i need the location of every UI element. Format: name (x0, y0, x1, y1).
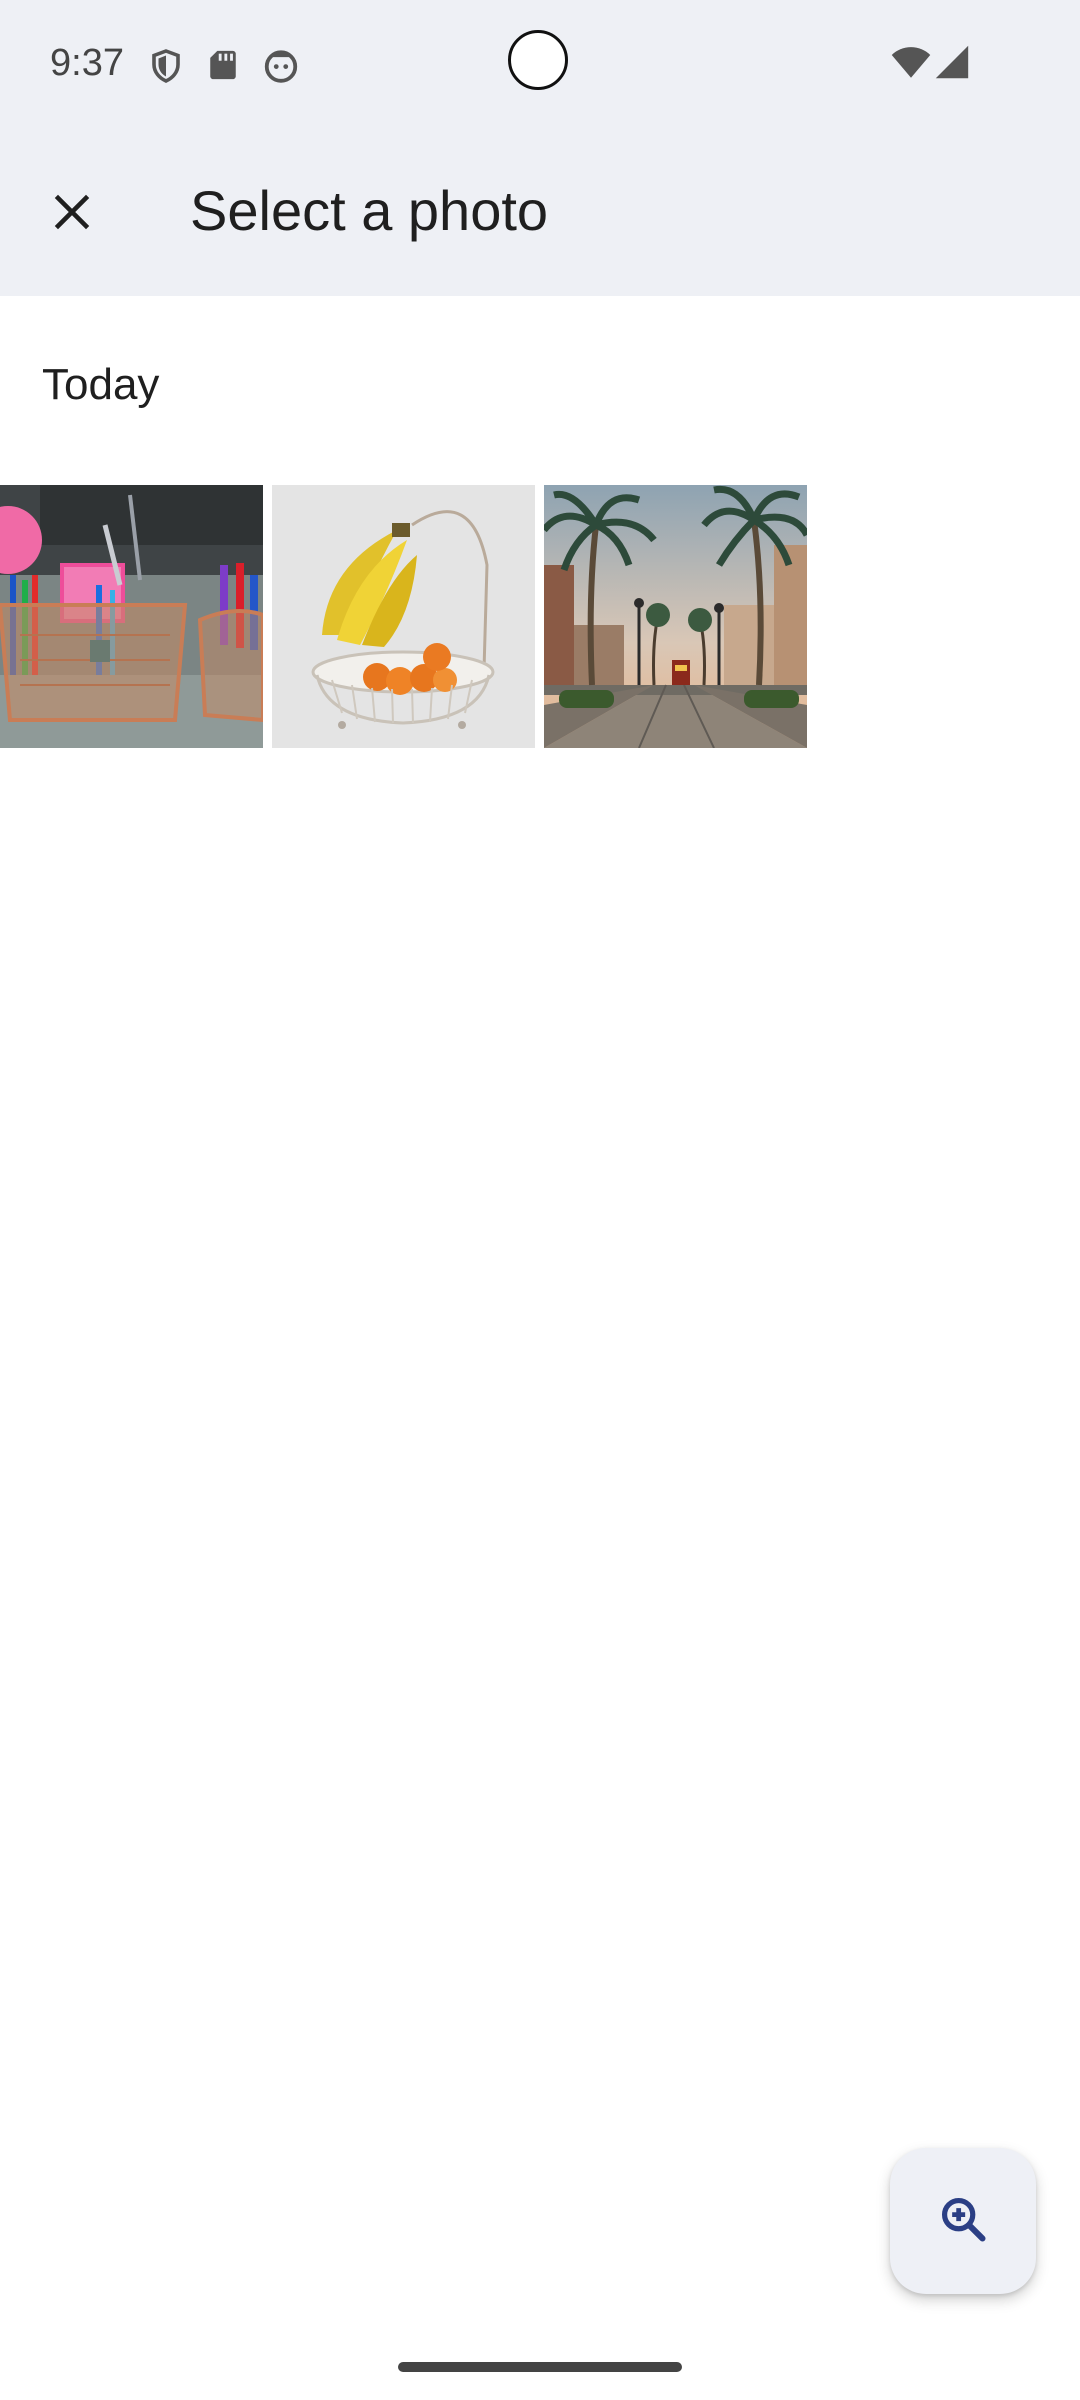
home-indicator[interactable] (398, 2362, 682, 2372)
android-face-icon (262, 46, 302, 86)
photo-fruit-basket[interactable] (272, 485, 535, 748)
section-header-today: Today (42, 360, 160, 409)
front-camera (508, 30, 568, 90)
shield-icon (148, 46, 188, 86)
status-bar: 9:37 (0, 0, 1080, 130)
close-button[interactable] (32, 174, 112, 254)
app-bar: Select a photo (0, 130, 1080, 296)
zoom-in-icon (937, 2193, 989, 2250)
photo-desk-organizer[interactable] (0, 485, 263, 748)
sd-card-icon (206, 46, 246, 86)
photo-palm-street[interactable] (544, 485, 807, 748)
cell-signal-icon (934, 44, 974, 84)
close-icon (51, 191, 93, 238)
photo-grid (0, 485, 810, 748)
zoom-button[interactable] (890, 2148, 1036, 2294)
page-title: Select a photo (190, 179, 549, 242)
wifi-icon (890, 44, 931, 84)
status-time: 9:37 (50, 42, 124, 84)
